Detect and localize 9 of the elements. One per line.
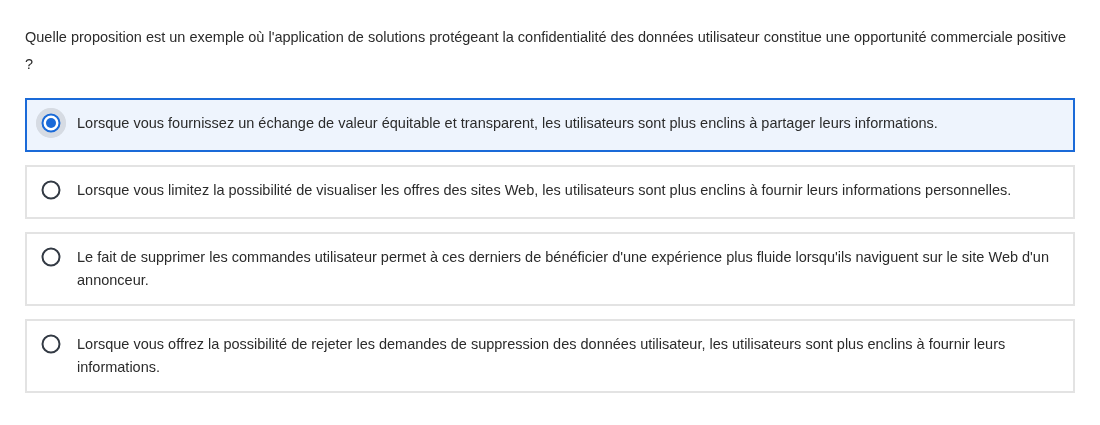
answer-option[interactable]: Lorsque vous offrez la possibilité de rejeter les demandes de suppression des données utilisateur, les utilisateurs sont plus enclins à fournir leurs informations.: [25, 319, 1075, 393]
option-text: Le fait de supprimer les commandes utilisateur permet à ces derniers de bénéficier d'une expérience plus fluide lorsqu'ils naviguent sur le site Web d'un annonceur.: [77, 248, 1050, 290]
option-text: Lorsque vous offrez la possibilité de rejeter les demandes de suppression des données utilisateur, les utilisateurs sont plus enclins à fournir leurs informations.: [77, 335, 1007, 377]
answer-option[interactable]: Lorsque vous fournissez un échange de valeur équitable et transparent, les utilisateurs sont plus enclins à partager leurs informations.: [25, 98, 1075, 152]
option-text: Lorsque vous limitez la possibilité de visualiser les offres des sites Web, les utilisateurs sont plus enclins à fournir leurs informations personnelles.: [77, 181, 1013, 200]
answer-option[interactable]: Le fait de supprimer les commandes utilisateur permet à ces derniers de bénéficier d'une expérience plus fluide lorsqu'ils naviguent sur le site Web d'un annonceur.: [25, 232, 1075, 306]
question-text: Quelle proposition est un exemple où l'application de solutions protégeant la confidentialité des données utilisateur constitue une opportunité commerciale positive ?: [25, 28, 1067, 74]
answer-option[interactable]: Lorsque vous limitez la possibilité de visualiser les offres des sites Web, les utilisateurs sont plus enclins à fournir leurs informations personnelles.: [25, 165, 1075, 219]
option-text: Lorsque vous fournissez un échange de valeur équitable et transparent, les utilisateurs sont plus enclins à partager leurs informations.: [77, 114, 939, 133]
